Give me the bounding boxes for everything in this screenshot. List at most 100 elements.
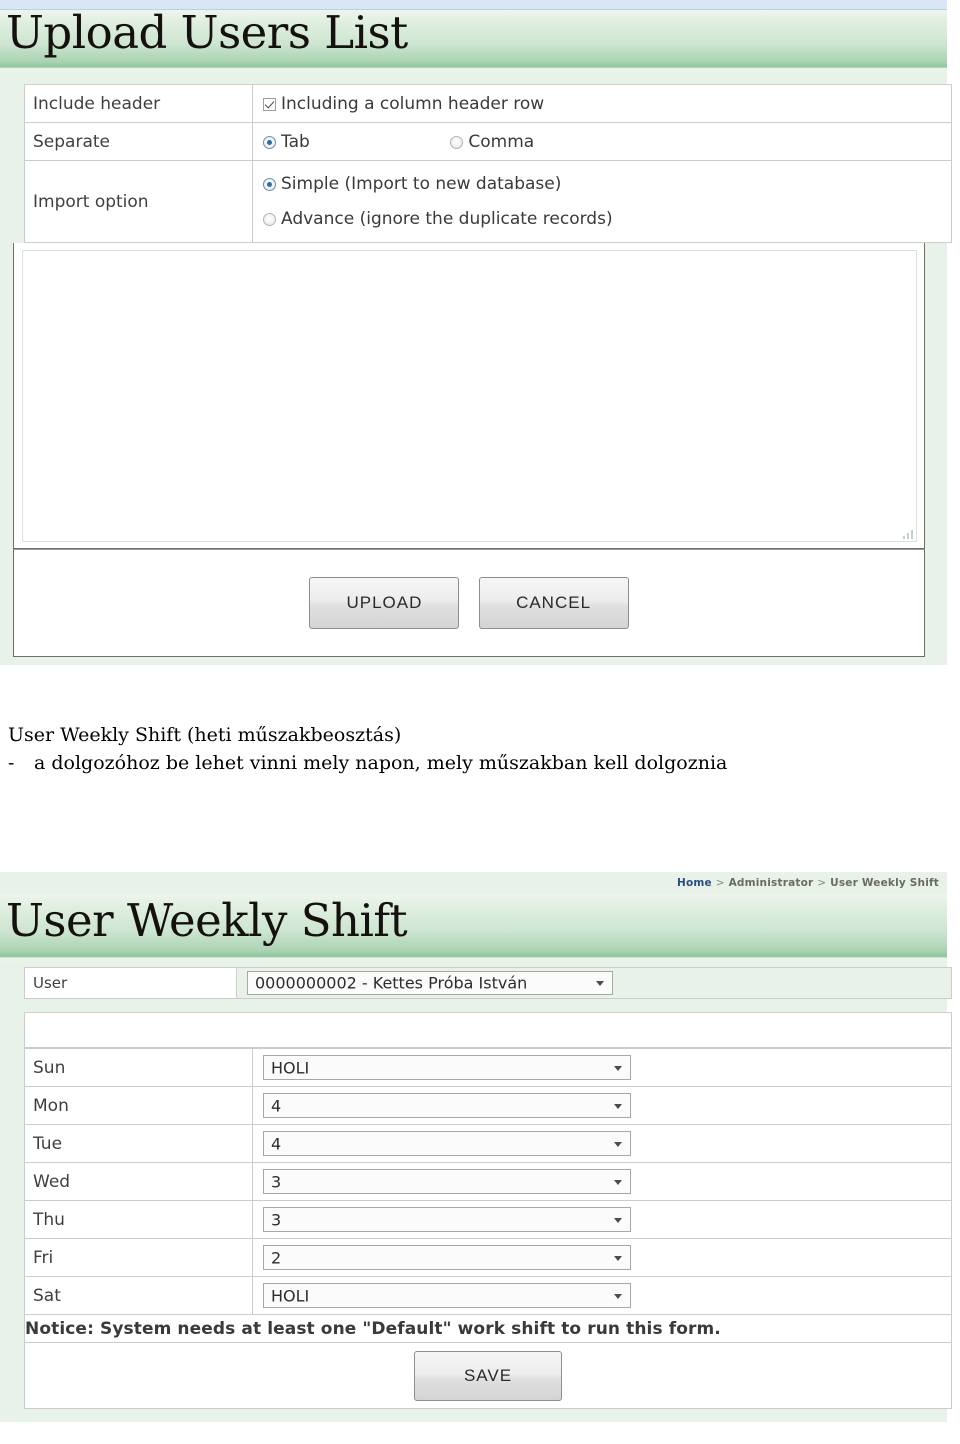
day-label-mon: Mon — [24, 1086, 253, 1125]
description-text-block: User Weekly Shift (heti műszakbeosztás) … — [8, 722, 727, 777]
day-value-tue: 4 — [252, 1124, 952, 1163]
description-line-2-row: -a dolgozóhoz be lehet vinni mely napon,… — [8, 750, 727, 778]
table-row: Fri 2 — [24, 1238, 952, 1277]
table-row: User 0000000002 - Kettes Próba István — [24, 967, 952, 999]
shift-select-thu-value: 3 — [271, 1210, 282, 1229]
user-select[interactable]: 0000000002 - Kettes Próba István — [247, 971, 613, 995]
include-header-option-label: Including a column header row — [281, 93, 545, 114]
separate-option-comma-label: Comma — [468, 131, 535, 152]
day-label-fri: Fri — [24, 1238, 253, 1277]
chevron-down-icon[interactable] — [614, 1293, 622, 1299]
upload-data-textarea[interactable] — [22, 250, 917, 542]
shift-select-sun-value: HOLI — [271, 1058, 310, 1077]
chevron-down-icon[interactable] — [614, 1141, 622, 1147]
table-row: Sat HOLI — [24, 1276, 952, 1315]
table-row: Sun HOLI — [24, 1048, 952, 1087]
import-option-advance[interactable]: Advance (ignore the duplicate records) — [263, 209, 951, 229]
user-selector-table: User 0000000002 - Kettes Próba István — [24, 967, 952, 999]
breadcrumb: Home > Administrator > User Weekly Shift — [677, 877, 939, 889]
user-label: User — [24, 967, 237, 999]
chevron-down-icon[interactable] — [614, 1255, 622, 1261]
browser-top-bar — [0, 0, 947, 10]
checkbox-icon[interactable] — [263, 97, 276, 111]
breadcrumb-administrator[interactable]: Administrator — [729, 877, 814, 889]
radio-icon[interactable] — [450, 135, 464, 149]
shift-select-sun[interactable]: HOLI — [263, 1055, 631, 1080]
breadcrumb-home[interactable]: Home — [677, 877, 712, 889]
include-header-cell: Including a column header row — [252, 84, 952, 123]
include-header-label: Include header — [24, 84, 253, 123]
description-line-2: a dolgozóhoz be lehet vinni mely napon, … — [34, 751, 728, 774]
day-value-wed: 3 — [252, 1162, 952, 1201]
save-button[interactable]: SAVE — [414, 1350, 562, 1401]
table-row: Mon 4 — [24, 1086, 952, 1125]
shift-panel-header: User Weekly Shift — [0, 894, 947, 962]
table-row: SAVE — [24, 1342, 952, 1409]
shift-page-title: User Weekly Shift — [6, 894, 408, 947]
chevron-down-icon[interactable] — [614, 1217, 622, 1223]
separate-label: Separate — [24, 122, 253, 161]
day-value-thu: 3 — [252, 1200, 952, 1239]
day-label-tue: Tue — [24, 1124, 253, 1163]
upload-panel-header: Upload Users List — [0, 10, 947, 72]
upload-options-table: Include header Including a column header… — [24, 84, 952, 243]
shift-select-sat[interactable]: HOLI — [263, 1283, 631, 1308]
page-title: Upload Users List — [6, 10, 408, 59]
radio-icon[interactable] — [263, 177, 276, 191]
radio-icon[interactable] — [263, 135, 276, 149]
chevron-down-icon[interactable] — [614, 1103, 622, 1109]
upload-button[interactable]: UPLOAD — [309, 577, 460, 629]
table-row: Import option Simple (Import to new data… — [24, 160, 952, 243]
default-shift-notice: Notice: System needs at least one "Defau… — [24, 1314, 952, 1343]
upload-button-bar: UPLOAD CANCEL — [13, 549, 925, 657]
breadcrumb-separator: > — [715, 877, 725, 889]
shift-select-wed[interactable]: 3 — [263, 1169, 631, 1194]
shift-select-sat-value: HOLI — [271, 1286, 310, 1305]
cancel-button[interactable]: CANCEL — [478, 577, 629, 629]
shift-select-wed-value: 3 — [271, 1172, 282, 1191]
chevron-down-icon[interactable] — [596, 981, 604, 986]
import-option-simple[interactable]: Simple (Import to new database) — [263, 173, 951, 194]
day-value-mon: 4 — [252, 1086, 952, 1125]
shift-select-fri-value: 2 — [271, 1248, 282, 1267]
table-row: Thu 3 — [24, 1200, 952, 1239]
user-select-value: 0000000002 - Kettes Próba István — [255, 973, 528, 993]
shift-select-mon-value: 4 — [271, 1096, 282, 1115]
breadcrumb-separator: > — [817, 877, 827, 889]
shift-select-mon[interactable]: 4 — [263, 1093, 631, 1118]
user-weekly-shift-panel: User Weekly Shift Home > Administrator >… — [0, 872, 952, 1422]
save-button-cell: SAVE — [24, 1342, 952, 1409]
day-value-fri: 2 — [252, 1238, 952, 1277]
separate-option-tab[interactable]: Tab — [263, 131, 445, 152]
description-line-1: User Weekly Shift (heti műszakbeosztás) — [8, 724, 402, 746]
shift-select-thu[interactable]: 3 — [263, 1207, 631, 1232]
empty-cell — [24, 1012, 952, 1048]
table-row: Separate Tab Comma — [24, 122, 952, 161]
import-option-cell: Simple (Import to new database) Advance … — [252, 160, 952, 243]
include-header-option[interactable]: Including a column header row — [263, 94, 544, 114]
chevron-down-icon[interactable] — [614, 1179, 622, 1185]
separate-option-tab-label: Tab — [281, 131, 310, 152]
shift-select-fri[interactable]: 2 — [263, 1245, 631, 1270]
import-option-simple-label: Simple (Import to new database) — [281, 173, 562, 194]
radio-icon[interactable] — [263, 212, 276, 226]
table-row: Include header Including a column header… — [24, 84, 952, 123]
table-row: Tue 4 — [24, 1124, 952, 1163]
day-label-wed: Wed — [24, 1162, 253, 1201]
chevron-down-icon[interactable] — [614, 1065, 622, 1071]
table-row: Wed 3 — [24, 1162, 952, 1201]
table-row: Notice: System needs at least one "Defau… — [24, 1314, 952, 1343]
user-value-cell: 0000000002 - Kettes Próba István — [236, 967, 952, 999]
shift-select-tue[interactable]: 4 — [263, 1131, 631, 1156]
day-label-sun: Sun — [24, 1048, 253, 1087]
separate-cell: Tab Comma — [252, 122, 952, 161]
upload-textarea-region — [13, 243, 925, 549]
import-option-label: Import option — [24, 160, 253, 243]
separate-option-comma[interactable]: Comma — [450, 132, 534, 152]
breadcrumb-current: User Weekly Shift — [830, 877, 939, 889]
shift-select-tue-value: 4 — [271, 1134, 282, 1153]
day-value-sun: HOLI — [252, 1048, 952, 1087]
day-value-sat: HOLI — [252, 1276, 952, 1315]
table-row — [24, 1012, 952, 1048]
resize-grip-icon[interactable] — [901, 527, 913, 539]
